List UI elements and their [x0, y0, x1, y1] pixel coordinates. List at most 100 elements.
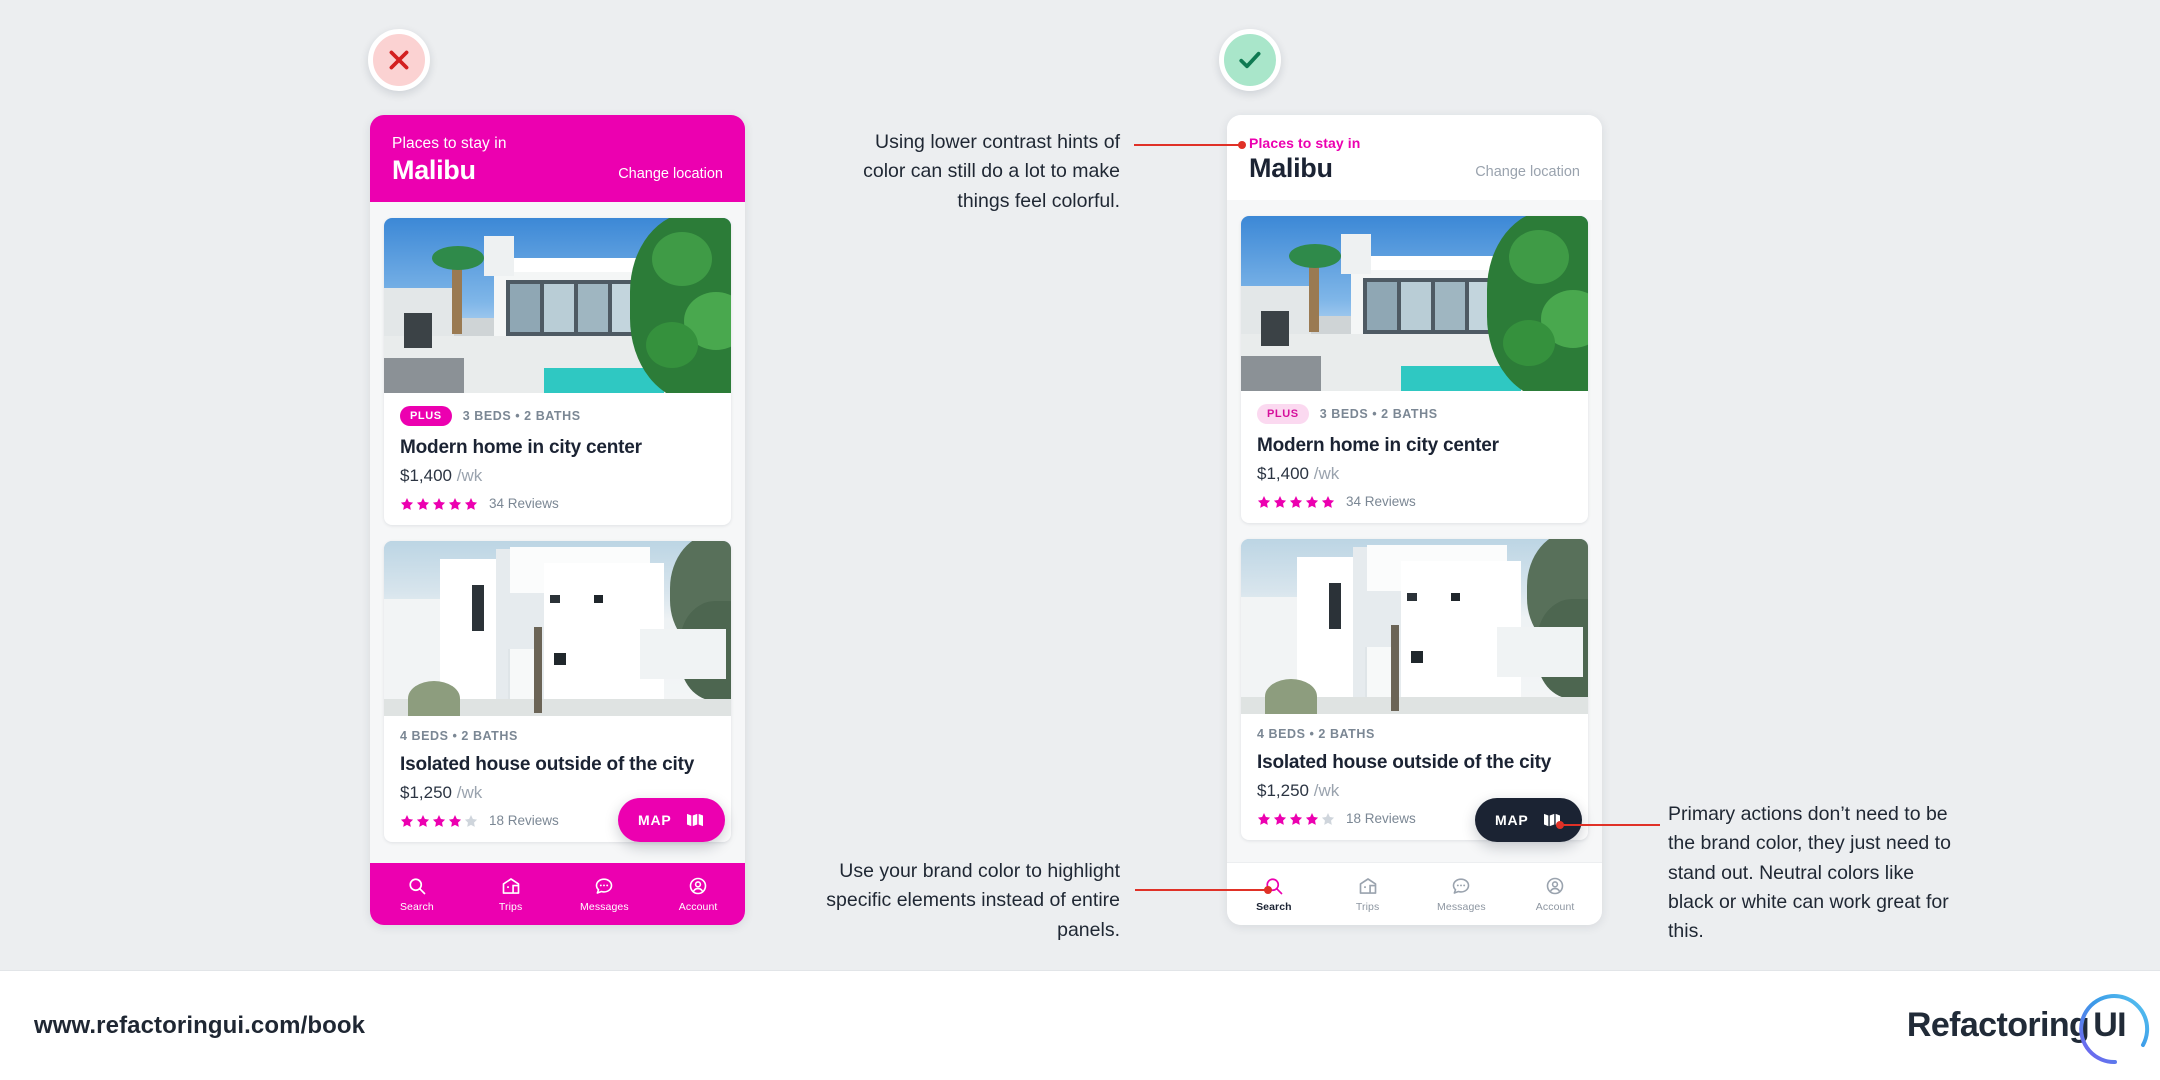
user-circle-icon	[689, 877, 707, 894]
header-eyebrow: Places to stay in	[392, 135, 507, 152]
nav-label: Messages	[1437, 900, 1486, 913]
star-icon	[1305, 495, 1319, 508]
star-icon	[1321, 812, 1335, 825]
nav-item-search[interactable]: Search	[1227, 876, 1321, 913]
bottom-nav-bad: Search Trips Messages Account	[370, 863, 745, 925]
listing-card[interactable]: 4 BEDS • 2 BATHS Isolated house outside …	[1241, 539, 1588, 840]
plus-badge: PLUS	[400, 406, 452, 426]
nav-item-account[interactable]: Account	[1508, 876, 1602, 913]
listing-list-good: PLUS 3 BEDS • 2 BATHS Modern home in cit…	[1227, 216, 1602, 840]
annotation-lower-contrast: Using lower contrast hints of color can …	[863, 131, 1120, 212]
nav-label: Trips	[498, 900, 523, 913]
listing-photo	[384, 218, 731, 393]
nav-item-trips[interactable]: Trips	[464, 876, 558, 913]
star-icon	[432, 497, 446, 510]
nav-item-messages[interactable]: Messages	[1415, 876, 1509, 913]
app-header-bad: Places to stay in Malibu Change location	[370, 115, 745, 202]
chat-bubble-icon	[1453, 877, 1470, 894]
listing-title: Isolated house outside of the city	[400, 754, 695, 775]
map-button-bad[interactable]: MAP	[618, 798, 725, 842]
change-location-link[interactable]: Change location	[618, 166, 723, 186]
nav-item-search[interactable]: Search	[370, 876, 464, 913]
plus-badge: PLUS	[1257, 404, 1309, 424]
rating-row: 34 Reviews	[1257, 494, 1572, 509]
leader-dot	[1238, 141, 1246, 149]
chat-bubble-icon	[596, 877, 613, 894]
listing-list-bad: PLUS 3 BEDS • 2 BATHS Modern home in cit…	[370, 218, 745, 842]
price-amount: $1,250	[1257, 781, 1309, 800]
review-count: 34 Reviews	[489, 496, 559, 511]
star-icon	[448, 814, 462, 827]
nav-item-trips[interactable]: Trips	[1321, 876, 1415, 913]
nav-label: Account	[1535, 900, 1575, 913]
leader-line	[1134, 144, 1244, 146]
review-count: 34 Reviews	[1346, 494, 1416, 509]
price-amount: $1,400	[1257, 464, 1309, 483]
close-icon	[389, 50, 409, 70]
listing-card[interactable]: 4 BEDS • 2 BATHS Isolated house outside …	[384, 541, 731, 842]
listing-card[interactable]: PLUS 3 BEDS • 2 BATHS Modern home in cit…	[1241, 216, 1588, 523]
listing-photo	[1241, 539, 1588, 714]
beds-baths: 3 BEDS • 2 BATHS	[462, 409, 581, 423]
star-icon	[1257, 495, 1271, 508]
review-count: 18 Reviews	[1346, 811, 1416, 826]
listing-title: Modern home in city center	[1257, 435, 1499, 456]
price-unit: /wk	[456, 783, 483, 802]
nav-label: Trips	[1355, 900, 1380, 913]
listing-details: PLUS 3 BEDS • 2 BATHS Modern home in cit…	[1241, 391, 1588, 523]
rating-row: 34 Reviews	[400, 496, 715, 511]
leader-dot	[1264, 886, 1272, 894]
change-location-link[interactable]: Change location	[1475, 164, 1580, 184]
annotation-primary-actions: Primary actions don’t need to be the bra…	[1668, 803, 1951, 942]
review-count: 18 Reviews	[489, 813, 559, 828]
nav-label: Search	[1256, 900, 1292, 913]
listing-photo	[384, 541, 731, 716]
star-rating	[1257, 495, 1335, 509]
star-icon	[448, 497, 462, 510]
logo-wordmark: Refactoring	[1906, 1006, 2090, 1044]
star-icon	[464, 814, 478, 827]
listing-details: PLUS 3 BEDS • 2 BATHS Modern home in cit…	[384, 393, 731, 525]
nav-item-messages[interactable]: Messages	[558, 876, 652, 913]
star-icon	[1305, 812, 1319, 825]
house-icon	[1359, 877, 1376, 894]
star-icon	[1257, 812, 1271, 825]
annotation-brand-color-highlight: Use your brand color to highlight specif…	[826, 860, 1120, 941]
search-icon	[409, 877, 426, 894]
listing-price: $1,400 /wk	[400, 466, 715, 486]
header-eyebrow: Places to stay in	[1249, 135, 1361, 151]
listing-title: Isolated house outside of the city	[1257, 752, 1552, 773]
price-amount: $1,250	[400, 783, 452, 802]
star-icon	[464, 497, 478, 510]
house-icon	[502, 877, 519, 894]
footer-url: www.refactoringui.com/book	[34, 1011, 366, 1039]
refactoring-ui-logo: Refactoring UI	[1906, 994, 2150, 1065]
page-title: Malibu	[1249, 153, 1333, 183]
leader-dot	[1556, 821, 1564, 829]
star-icon	[1289, 495, 1303, 508]
listing-photo	[1241, 216, 1588, 391]
user-circle-icon	[1546, 877, 1564, 894]
check-badge	[1219, 29, 1281, 91]
star-rating	[400, 497, 478, 511]
map-button-good[interactable]: MAP	[1475, 798, 1582, 842]
cross-badge	[368, 29, 430, 91]
app-header-good: Places to stay in Malibu Change location	[1227, 115, 1602, 200]
beds-baths: 4 BEDS • 2 BATHS	[400, 729, 518, 743]
listing-title: Modern home in city center	[400, 437, 642, 458]
beds-baths: 3 BEDS • 2 BATHS	[1319, 407, 1438, 421]
leader-line	[1135, 889, 1270, 891]
page-footer: www.refactoringui.com/book Refactoring U…	[0, 970, 2160, 1080]
listing-price: $1,400 /wk	[1257, 464, 1572, 484]
map-button-label: MAP	[1495, 812, 1529, 828]
star-icon	[1289, 812, 1303, 825]
star-icon	[1273, 495, 1287, 508]
nav-label: Search	[399, 900, 434, 913]
listing-card[interactable]: PLUS 3 BEDS • 2 BATHS Modern home in cit…	[384, 218, 731, 525]
star-rating	[1257, 812, 1335, 826]
nav-label: Account	[678, 900, 718, 913]
star-icon	[400, 814, 414, 827]
nav-item-account[interactable]: Account	[651, 876, 745, 913]
map-bars-icon	[686, 813, 703, 827]
map-button-label: MAP	[638, 812, 672, 828]
